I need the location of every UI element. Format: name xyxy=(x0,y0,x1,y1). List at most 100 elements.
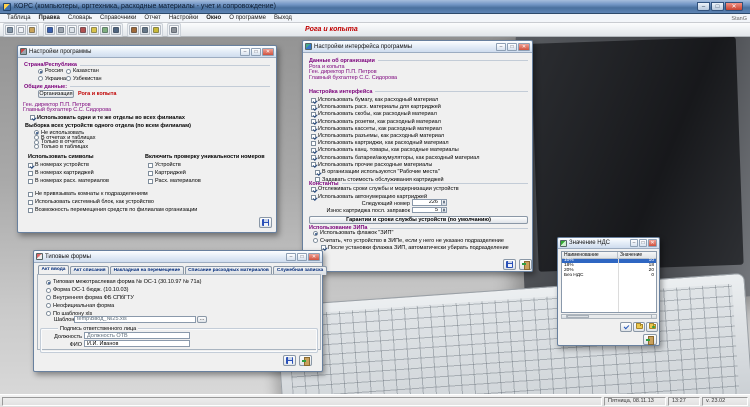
maximize-button[interactable]: □ xyxy=(251,47,261,56)
scroll-right-arrow[interactable] xyxy=(651,315,656,318)
menu-item[interactable]: Таблица xyxy=(3,14,35,23)
checkbox[interactable] xyxy=(311,162,316,168)
organization-button[interactable]: Организация xyxy=(38,89,74,98)
checkbox[interactable] xyxy=(28,199,33,205)
table-button[interactable] xyxy=(100,24,110,35)
minimize-button[interactable]: – xyxy=(496,42,506,51)
warranty-terms-button[interactable]: Гарантии и сроки службы устройств (по ум… xyxy=(309,215,528,224)
menu-item[interactable]: Настройки xyxy=(165,14,202,23)
save-button[interactable] xyxy=(283,355,296,366)
checkbox[interactable] xyxy=(311,119,316,125)
dialog-titlebar[interactable]: Настройки программы – □ ✕ xyxy=(18,46,276,58)
dialog-titlebar[interactable]: Типовые формы – □ ✕ xyxy=(34,251,322,263)
checkbox[interactable] xyxy=(311,140,316,146)
confirm-button[interactable] xyxy=(620,321,632,332)
minimize-button[interactable]: – xyxy=(286,252,296,261)
checkbox[interactable] xyxy=(28,170,33,176)
open-dictionary-button[interactable] xyxy=(633,321,645,332)
menu-item[interactable]: Правка xyxy=(35,14,64,23)
name-input[interactable]: И.И. Иванов xyxy=(84,340,190,347)
cartridge-wear-input[interactable]: 5 xyxy=(412,206,447,213)
lock-button[interactable] xyxy=(169,24,179,35)
close-button[interactable]: ✕ xyxy=(308,252,320,261)
maximize-button[interactable]: □ xyxy=(297,252,307,261)
cut-button[interactable] xyxy=(5,24,15,35)
radio-button[interactable] xyxy=(46,311,51,317)
radio-button[interactable] xyxy=(66,68,71,74)
menu-item[interactable]: Отчет xyxy=(140,14,164,23)
horizontal-scrollbar[interactable] xyxy=(561,314,657,319)
maximize-button[interactable]: □ xyxy=(507,42,517,51)
settings-button[interactable] xyxy=(78,24,88,35)
next-number-input[interactable]: 226 xyxy=(412,199,447,206)
checkbox[interactable] xyxy=(315,169,320,175)
checkbox[interactable] xyxy=(311,97,316,103)
menu-item[interactable]: Словарь xyxy=(64,14,96,23)
menu-item[interactable]: О программе xyxy=(225,14,270,23)
checkbox[interactable] xyxy=(28,191,33,197)
minimize-button[interactable]: – xyxy=(630,239,638,247)
exit-button[interactable] xyxy=(519,258,532,270)
vat-column-value[interactable]: Значение xyxy=(618,252,656,258)
print-button[interactable] xyxy=(56,24,66,35)
spinner-arrows[interactable] xyxy=(441,200,446,205)
vat-table-row[interactable]: Без НДС 0 xyxy=(562,273,656,278)
close-button[interactable]: ✕ xyxy=(725,2,743,11)
dialog-titlebar[interactable]: Значение НДС – □ ✕ xyxy=(558,238,659,249)
menu-item[interactable]: Выход xyxy=(270,14,296,23)
dialog-titlebar[interactable]: Настройки интерфейса программы – □ ✕ xyxy=(303,41,532,53)
radio-button[interactable] xyxy=(46,287,51,293)
exit-button[interactable] xyxy=(643,334,657,345)
browse-button[interactable]: ... xyxy=(197,315,207,323)
print-preview-button[interactable] xyxy=(67,24,77,35)
checkbox[interactable] xyxy=(28,207,33,213)
minimize-button[interactable]: – xyxy=(697,2,710,11)
checkbox[interactable] xyxy=(148,170,153,176)
exit-button[interactable] xyxy=(299,355,312,366)
radio-button[interactable] xyxy=(313,230,318,236)
checkbox[interactable] xyxy=(311,155,316,161)
radio-button[interactable] xyxy=(46,295,51,301)
radio-button[interactable] xyxy=(46,303,51,309)
paste-button[interactable] xyxy=(27,24,37,35)
radio-button[interactable] xyxy=(313,238,318,244)
menu-item[interactable]: Справочники xyxy=(96,14,140,23)
checkbox[interactable] xyxy=(311,111,316,117)
form-tab[interactable]: Акт ввода xyxy=(38,264,69,275)
template-path-input[interactable]: temp\Ввод_№25.xls xyxy=(74,315,196,323)
dictionary-button[interactable] xyxy=(129,24,139,35)
close-button[interactable]: ✕ xyxy=(648,239,657,247)
radio-button[interactable] xyxy=(66,76,71,82)
checkbox[interactable] xyxy=(311,126,316,132)
save-button[interactable] xyxy=(503,258,516,270)
save-button[interactable] xyxy=(45,24,55,35)
radio-button[interactable] xyxy=(34,144,39,150)
checkbox[interactable] xyxy=(148,162,153,168)
checkbox[interactable] xyxy=(311,147,316,153)
spinner-arrows[interactable] xyxy=(441,207,446,212)
minimize-button[interactable]: – xyxy=(240,47,250,56)
radio-button[interactable] xyxy=(38,68,43,74)
maximize-button[interactable]: □ xyxy=(711,2,724,11)
same-departments-checkbox[interactable] xyxy=(30,115,35,120)
maximize-button[interactable]: □ xyxy=(639,239,647,247)
filter-button[interactable] xyxy=(151,24,161,35)
checkbox[interactable] xyxy=(311,186,316,192)
menu-item[interactable]: Окно xyxy=(202,14,225,23)
save-button[interactable] xyxy=(259,217,272,228)
position-input[interactable]: Должность ОТВ xyxy=(84,332,190,339)
radio-button[interactable] xyxy=(46,279,51,285)
checkbox[interactable] xyxy=(148,178,153,184)
vat-column-name[interactable]: Наименование xyxy=(562,252,618,258)
checkbox[interactable] xyxy=(311,104,316,110)
add-value-button[interactable] xyxy=(646,321,658,332)
checkbox[interactable] xyxy=(311,133,316,139)
edit-button[interactable] xyxy=(89,24,99,35)
calculator-button[interactable] xyxy=(140,24,150,35)
checkbox[interactable] xyxy=(28,178,33,184)
close-button[interactable]: ✕ xyxy=(518,42,530,51)
close-button[interactable]: ✕ xyxy=(262,47,274,56)
search-button[interactable] xyxy=(111,24,121,35)
scroll-thumb[interactable] xyxy=(567,315,589,318)
copy-button[interactable] xyxy=(16,24,26,35)
